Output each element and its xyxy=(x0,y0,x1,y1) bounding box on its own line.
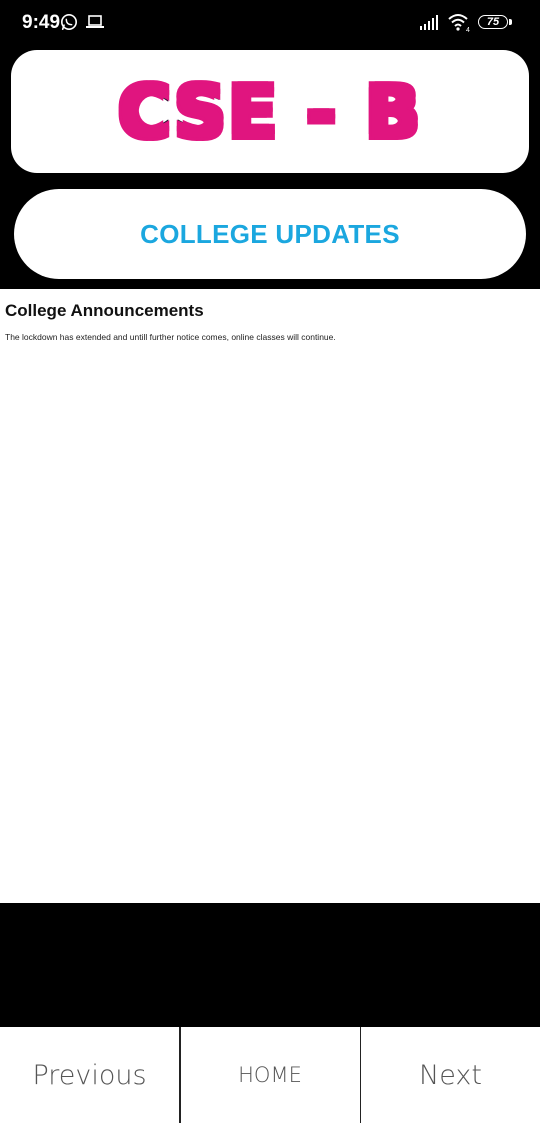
announcements-panel: College Announcements The lockdown has e… xyxy=(0,289,540,903)
status-time: 9:49 xyxy=(22,12,61,33)
battery-level: 75 xyxy=(486,16,500,28)
whatsapp-icon xyxy=(60,13,78,31)
next-button[interactable]: Next xyxy=(361,1027,540,1123)
battery-tip xyxy=(509,19,512,25)
status-bar: 9:49 4 75 xyxy=(0,0,540,46)
home-button[interactable]: HOME xyxy=(180,1027,360,1123)
signal-icon xyxy=(420,15,438,30)
college-updates-button[interactable]: COLLEGE UPDATES xyxy=(14,189,526,279)
logo-card: CSE - B xyxy=(11,50,529,173)
class-logo: CSE - B xyxy=(116,69,423,154)
announcement-text: The lockdown has extended and untill fur… xyxy=(5,332,336,342)
previous-button[interactable]: Previous xyxy=(0,1027,179,1123)
wifi-icon: 4 xyxy=(448,14,470,32)
laptop-icon xyxy=(86,15,104,28)
college-updates-label: COLLEGE UPDATES xyxy=(140,218,400,249)
bottom-nav: Previous HOME Next xyxy=(0,1027,540,1123)
battery-icon: 75 xyxy=(478,15,508,29)
announcements-title: College Announcements xyxy=(5,301,204,320)
svg-text:4: 4 xyxy=(466,27,470,32)
footer-spacer xyxy=(0,903,540,1027)
